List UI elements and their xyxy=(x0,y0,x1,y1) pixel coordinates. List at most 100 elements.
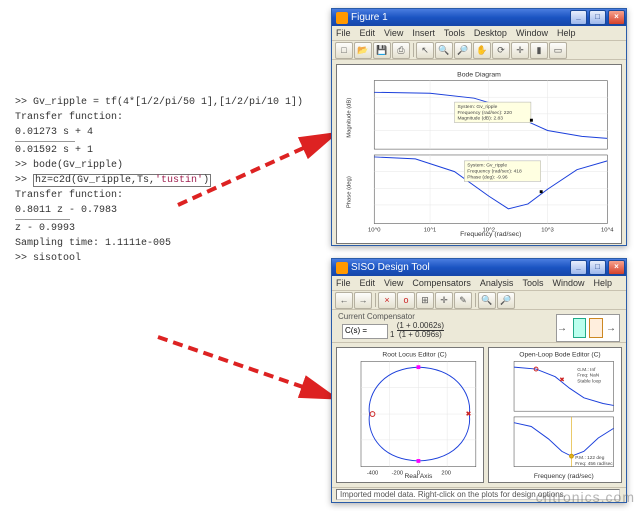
print-icon[interactable]: ⎙ xyxy=(392,42,410,59)
rotate-icon[interactable]: ⟳ xyxy=(492,42,510,59)
titlebar[interactable]: Figure 1 _ □ × xyxy=(332,9,626,26)
svg-text:×: × xyxy=(560,377,564,384)
minimize-button[interactable]: _ xyxy=(570,260,587,275)
svg-text:Frequency (rad/sec): Frequency (rad/sec) xyxy=(534,473,594,480)
new-icon[interactable]: □ xyxy=(335,42,353,59)
crosshair-icon[interactable]: ✛ xyxy=(435,292,453,309)
menu-insert[interactable]: Insert xyxy=(412,28,435,38)
svg-text:10^2: 10^2 xyxy=(483,227,496,233)
pan-icon[interactable]: ✋ xyxy=(473,42,491,59)
colorbar-icon[interactable]: ▮ xyxy=(530,42,548,59)
legend-icon[interactable]: ▭ xyxy=(549,42,567,59)
openloop-bode-plot[interactable]: Open-Loop Bode Editor (C) × G.M.: Inf Fr… xyxy=(488,347,622,483)
svg-text:Phase (deg): Phase (deg) xyxy=(347,176,353,208)
menu-help[interactable]: Help xyxy=(557,28,576,38)
o-icon[interactable]: o xyxy=(397,292,415,309)
svg-text:10^4: 10^4 xyxy=(601,227,614,233)
maximize-button[interactable]: □ xyxy=(589,260,606,275)
open-icon[interactable]: 📂 xyxy=(354,42,372,59)
svg-text:10^3: 10^3 xyxy=(541,227,554,233)
toolbar[interactable]: □ 📂 💾 ⎙ ↖ 🔍 🔎 ✋ ⟳ ✛ ▮ ▭ xyxy=(332,41,626,60)
matlab-tool-icon xyxy=(336,262,348,274)
close-button[interactable]: × xyxy=(608,10,625,25)
matlab-console-output: >> Gv_ripple = tf(4*[1/2/pi/50 1],[1/2/p… xyxy=(15,95,215,266)
menu-tools[interactable]: Tools xyxy=(522,278,543,288)
svg-text:System: Gv_ripple: System: Gv_ripple xyxy=(467,163,507,169)
svg-text:Root Locus Editor (C): Root Locus Editor (C) xyxy=(382,352,446,359)
toolbar[interactable]: ← → × o ⊞ ✛ ✎ 🔍 🔎 xyxy=(332,291,626,310)
console-line: Transfer function: xyxy=(15,188,215,203)
svg-text:Open-Loop Bode Editor (C): Open-Loop Bode Editor (C) xyxy=(519,352,600,359)
console-line: 0.01273 s + 4 xyxy=(15,125,215,140)
window-title: SISO Design Tool xyxy=(351,262,430,273)
svg-text:Freq: NaN: Freq: NaN xyxy=(577,373,600,379)
menu-compensators[interactable]: Compensators xyxy=(412,278,471,288)
siso-window[interactable]: SISO Design Tool _ □ × File Edit View Co… xyxy=(331,258,627,503)
console-line: >> Gv_ripple = tf(4*[1/2/pi/50 1],[1/2/p… xyxy=(15,95,215,110)
svg-text:10^1: 10^1 xyxy=(424,227,437,233)
menu-analysis[interactable]: Analysis xyxy=(480,278,514,288)
svg-text:System: Gv_ripple: System: Gv_ripple xyxy=(457,104,497,110)
watermark: cntronics.com xyxy=(536,489,635,505)
menu-edit[interactable]: Edit xyxy=(360,28,376,38)
plot-title: Bode Diagram xyxy=(457,72,501,79)
menu-view[interactable]: View xyxy=(384,28,403,38)
zoom-out-icon[interactable]: 🔎 xyxy=(454,42,472,59)
svg-text:Magnitude (dB): 2.83: Magnitude (dB): 2.83 xyxy=(457,116,503,122)
figure-window[interactable]: Figure 1 _ □ × File Edit View Insert Too… xyxy=(331,8,627,246)
svg-text:×: × xyxy=(466,409,470,418)
console-line: >> bode(Gv_ripple) xyxy=(15,158,215,173)
console-line: z - 0.9993 xyxy=(15,221,215,236)
menu-desktop[interactable]: Desktop xyxy=(474,28,507,38)
menu-view[interactable]: View xyxy=(384,278,403,288)
titlebar[interactable]: SISO Design Tool _ □ × xyxy=(332,259,626,276)
block-diagram-icon[interactable]: →→ xyxy=(556,314,620,342)
svg-text:Phase (deg): -9.96: Phase (deg): -9.96 xyxy=(467,174,508,180)
forward-arrow-icon[interactable]: → xyxy=(354,292,372,309)
close-button[interactable]: × xyxy=(608,260,625,275)
menu-tools[interactable]: Tools xyxy=(444,28,465,38)
console-line: 0.01592 s + 1 xyxy=(15,143,215,158)
pointer-icon[interactable]: ↖ xyxy=(416,42,434,59)
console-line: >> hz=c2d(Gv_ripple,Ts,'tustin') xyxy=(15,173,215,188)
zoom-in-icon[interactable]: 🔍 xyxy=(478,292,496,309)
svg-text:P.M.: 122 deg: P.M.: 122 deg xyxy=(575,455,604,461)
maximize-button[interactable]: □ xyxy=(589,10,606,25)
data-cursor-icon[interactable]: ✛ xyxy=(511,42,529,59)
grid-icon[interactable]: ⊞ xyxy=(416,292,434,309)
arrow-siso xyxy=(158,337,332,397)
root-locus-plot[interactable]: Root Locus Editor (C) × Real Axis -400 -… xyxy=(336,347,484,483)
svg-text:Stable loop: Stable loop xyxy=(577,378,601,384)
matlab-figure-icon xyxy=(336,12,348,24)
x-icon[interactable]: × xyxy=(378,292,396,309)
menu-window[interactable]: Window xyxy=(516,28,548,38)
menu-help[interactable]: Help xyxy=(593,278,612,288)
svg-text:G.M.: Inf: G.M.: Inf xyxy=(577,367,596,373)
back-arrow-icon[interactable]: ← xyxy=(335,292,353,309)
svg-text:-400: -400 xyxy=(367,470,378,476)
menu-window[interactable]: Window xyxy=(552,278,584,288)
menu-bar[interactable]: File Edit View Insert Tools Desktop Wind… xyxy=(332,26,626,41)
svg-text:0: 0 xyxy=(417,470,420,476)
svg-text:10^0: 10^0 xyxy=(368,227,381,233)
compensator-equation: 1 (1 + 0.0062s) (1 + 0.096s) xyxy=(390,322,444,339)
bode-plot[interactable]: Bode Diagram System: Gv_ripple Frequency… xyxy=(336,64,622,244)
console-line: Sampling time: 1.1111e-005 xyxy=(15,236,215,251)
svg-text:Frequency (rad/sec): 220: Frequency (rad/sec): 220 xyxy=(457,110,512,116)
save-icon[interactable]: 💾 xyxy=(373,42,391,59)
pencil-icon[interactable]: ✎ xyxy=(454,292,472,309)
svg-text:Magnitude (dB): Magnitude (dB) xyxy=(347,98,353,138)
svg-text:Frequency (rad/sec): 418: Frequency (rad/sec): 418 xyxy=(467,169,522,175)
svg-text:Freq: 456 rad/sec: Freq: 456 rad/sec xyxy=(575,461,613,467)
minimize-button[interactable]: _ xyxy=(570,10,587,25)
compensator-select[interactable]: C(s) = xyxy=(342,324,388,339)
menu-file[interactable]: File xyxy=(336,28,351,38)
zoom-out-icon[interactable]: 🔎 xyxy=(497,292,515,309)
menu-file[interactable]: File xyxy=(336,278,351,288)
console-line: >> sisotool xyxy=(15,251,215,266)
console-line: 0.8011 z - 0.7983 xyxy=(15,203,215,218)
menu-bar[interactable]: File Edit View Compensators Analysis Too… xyxy=(332,276,626,291)
zoom-in-icon[interactable]: 🔍 xyxy=(435,42,453,59)
compensator-label: Current Compensator xyxy=(338,312,415,321)
menu-edit[interactable]: Edit xyxy=(360,278,376,288)
